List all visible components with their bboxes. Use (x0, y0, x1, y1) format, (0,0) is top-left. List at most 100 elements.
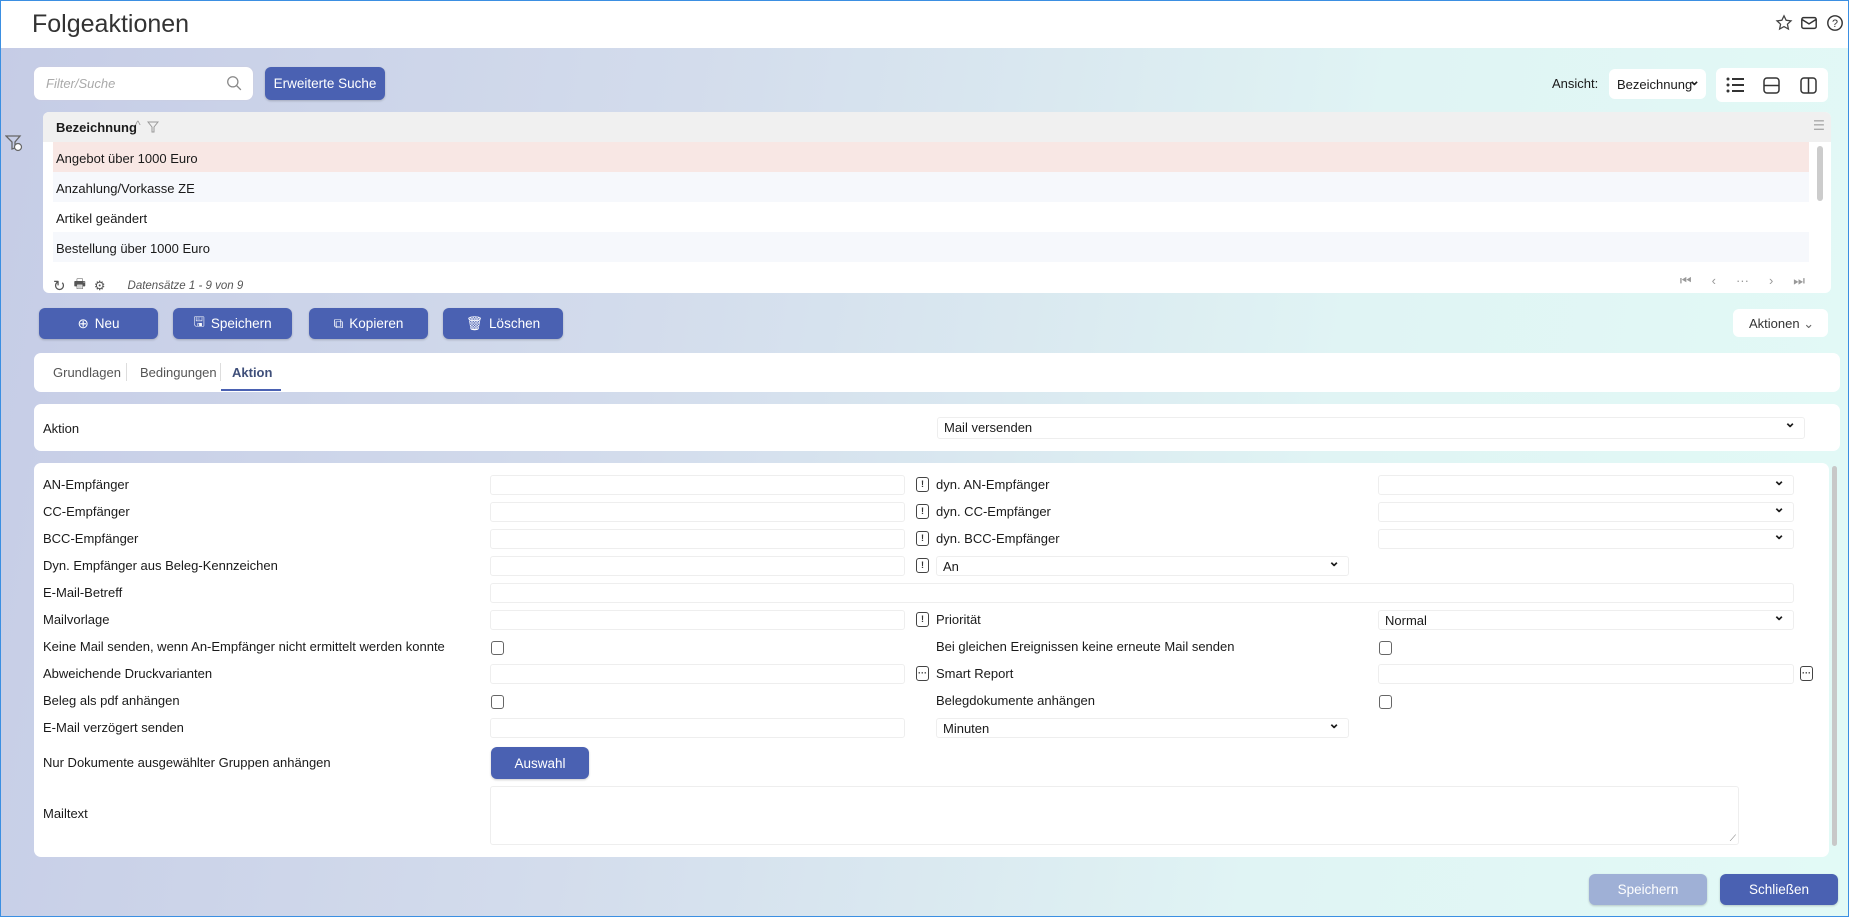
prev-page-icon[interactable]: ‹ (1712, 273, 1716, 289)
unit-select[interactable]: Minuten (936, 715, 1349, 738)
print-icon[interactable]: 🖶 (74, 275, 86, 293)
table-row[interactable]: Anzahlung/Vorkasse ZE (53, 172, 1809, 202)
actions-dropdown[interactable]: Aktionen ⌄ (1733, 309, 1828, 337)
settings-icon[interactable]: ⚙ (94, 278, 106, 293)
tab-bedingungen[interactable]: Bedingungen (140, 365, 217, 380)
filter-reset-icon[interactable] (5, 134, 23, 152)
label-mailvorlage: Mailvorlage (43, 612, 110, 627)
label-druckvarianten: Abweichende Druckvarianten (43, 666, 213, 681)
label-dyn-an: dyn. AN-Empfänger (936, 477, 1050, 492)
keine-mail-checkbox[interactable] (491, 641, 504, 655)
label-pdf: Beleg als pdf anhängen (43, 693, 180, 708)
trash-icon: 🗑 (465, 315, 484, 331)
info-icon[interactable]: ! (916, 477, 929, 492)
title-bar: Folgeaktionen ? (1, 1, 1848, 48)
label-dyn-cc: dyn. CC-Empfänger (936, 504, 1051, 519)
view-select-value: Bezeichnung (1617, 77, 1693, 92)
copy-button[interactable]: ⧉ Kopieren (309, 308, 428, 339)
dyn-cc-select[interactable] (1378, 499, 1794, 522)
dyn-beleg-select[interactable]: An (936, 553, 1349, 576)
info-icon[interactable]: ! (916, 504, 929, 519)
tab-aktion[interactable]: Aktion (232, 365, 272, 380)
first-page-icon[interactable]: ⏮ (1680, 273, 1692, 289)
column-header-bezeichnung[interactable]: Bezeichnung (56, 120, 137, 135)
pdf-checkbox[interactable] (491, 695, 504, 709)
label-belegdokumente: Belegdokumente anhängen (936, 693, 1096, 708)
next-page-icon[interactable]: › (1769, 273, 1773, 289)
grid-scrollbar[interactable] (1817, 146, 1823, 201)
more-pages-icon[interactable]: ··· (1736, 273, 1749, 289)
actions-label: Aktionen (1749, 316, 1800, 331)
record-count: Datensätze 1 - 9 von 9 (127, 280, 244, 292)
table-row[interactable]: Artikel geändert (53, 202, 1809, 232)
dyn-an-select[interactable] (1378, 472, 1794, 495)
info-icon[interactable]: ! (916, 558, 929, 573)
new-button[interactable]: ⊕ Neu (39, 308, 158, 339)
mail-icon[interactable] (1800, 14, 1818, 32)
unit-value: Minuten (943, 721, 990, 736)
grid-header: Bezeichnung ^ ☰ (43, 112, 1831, 142)
tab-bar: Grundlagen Bedingungen Aktion (34, 353, 1840, 392)
auswahl-button[interactable]: Auswahl (491, 747, 589, 779)
svg-text:?: ? (1832, 18, 1838, 30)
gleiche-ereignisse-checkbox[interactable] (1379, 641, 1392, 655)
ellipsis-icon[interactable]: ··· (916, 666, 929, 681)
smart-report-input[interactable] (1378, 664, 1794, 684)
table-row[interactable]: Angebot über 1000 Euro (53, 142, 1809, 172)
save-button[interactable]: 🖫 Speichern (173, 308, 292, 339)
action-select[interactable]: Mail versenden (937, 414, 1805, 439)
table-row[interactable]: Bestellung über 1000 Euro (53, 232, 1809, 262)
druckvarianten-input[interactable] (490, 664, 905, 684)
label-verzoegert: E-Mail verzögert senden (43, 720, 184, 735)
label-bcc-empfaenger: BCC-Empfänger (43, 531, 139, 546)
belegdokumente-checkbox[interactable] (1379, 695, 1392, 709)
dyn-bcc-select[interactable] (1378, 526, 1794, 549)
form-panel: AN-Empfänger CC-Empfänger BCC-Empfänger … (34, 463, 1829, 857)
info-icon[interactable]: ! (916, 531, 929, 546)
view-select[interactable]: Bezeichnung ⌄ (1609, 69, 1706, 99)
star-icon[interactable] (1775, 14, 1793, 32)
search-icon[interactable] (226, 75, 243, 92)
list-view-icon[interactable] (1716, 68, 1753, 102)
close-button[interactable]: Schließen (1720, 874, 1838, 905)
ellipsis-icon[interactable]: ··· (1800, 666, 1813, 681)
search-placeholder: Filter/Suche (46, 76, 116, 91)
mailvorlage-input[interactable] (490, 610, 905, 630)
an-empfaenger-input[interactable] (490, 475, 905, 495)
sort-asc-icon[interactable]: ^ (135, 118, 141, 132)
prioritaet-select[interactable]: Normal (1378, 607, 1794, 630)
mailtext-textarea[interactable]: ⟋ (490, 786, 1739, 845)
delete-button[interactable]: 🗑 Löschen (443, 308, 563, 339)
info-icon[interactable]: ! (916, 612, 929, 627)
footer-save-button[interactable]: Speichern (1589, 874, 1707, 905)
bcc-empfaenger-input[interactable] (490, 529, 905, 549)
column-filter-icon[interactable] (147, 121, 159, 133)
refresh-icon[interactable]: ↻ (53, 277, 66, 293)
dyn-beleg-value: An (943, 559, 959, 574)
view-label: Ansicht: (1552, 76, 1599, 91)
tab-grundlagen[interactable]: Grundlagen (53, 365, 121, 380)
prioritaet-value: Normal (1385, 613, 1427, 628)
split-vertical-icon[interactable] (1790, 68, 1827, 102)
page-title: Folgeaktionen (32, 10, 190, 38)
advanced-search-button[interactable]: Erweiterte Suche (265, 67, 385, 100)
active-tab-indicator (221, 389, 281, 391)
dyn-beleg-input[interactable] (490, 556, 905, 576)
cc-empfaenger-input[interactable] (490, 502, 905, 522)
action-value: Mail versenden (944, 420, 1033, 435)
plus-circle-icon: ⊕ (77, 315, 89, 331)
split-horizontal-icon[interactable] (1753, 68, 1790, 102)
verzoegert-input[interactable] (490, 718, 905, 738)
grid-footer: ↻ 🖶 ⚙ Datensätze 1 - 9 von 9 (53, 275, 243, 293)
label-mailtext: Mailtext (43, 806, 88, 821)
records-grid: Bezeichnung ^ ☰ Angebot über 1000 Euro A… (43, 112, 1831, 293)
form-scrollbar[interactable] (1832, 466, 1837, 846)
last-page-icon[interactable]: ⏭ (1793, 273, 1805, 289)
pagination: ⏮ ‹ ··· › ⏭ (1680, 273, 1805, 289)
column-menu-icon[interactable]: ☰ (1813, 118, 1825, 134)
label-gleiche-ereignisse: Bei gleichen Ereignissen keine erneute M… (936, 639, 1235, 654)
resize-handle-icon[interactable]: ⟋ (1730, 833, 1736, 844)
betreff-input[interactable] (490, 583, 1794, 603)
filter-search-input[interactable]: Filter/Suche (34, 67, 253, 100)
help-icon[interactable]: ? (1826, 14, 1844, 32)
